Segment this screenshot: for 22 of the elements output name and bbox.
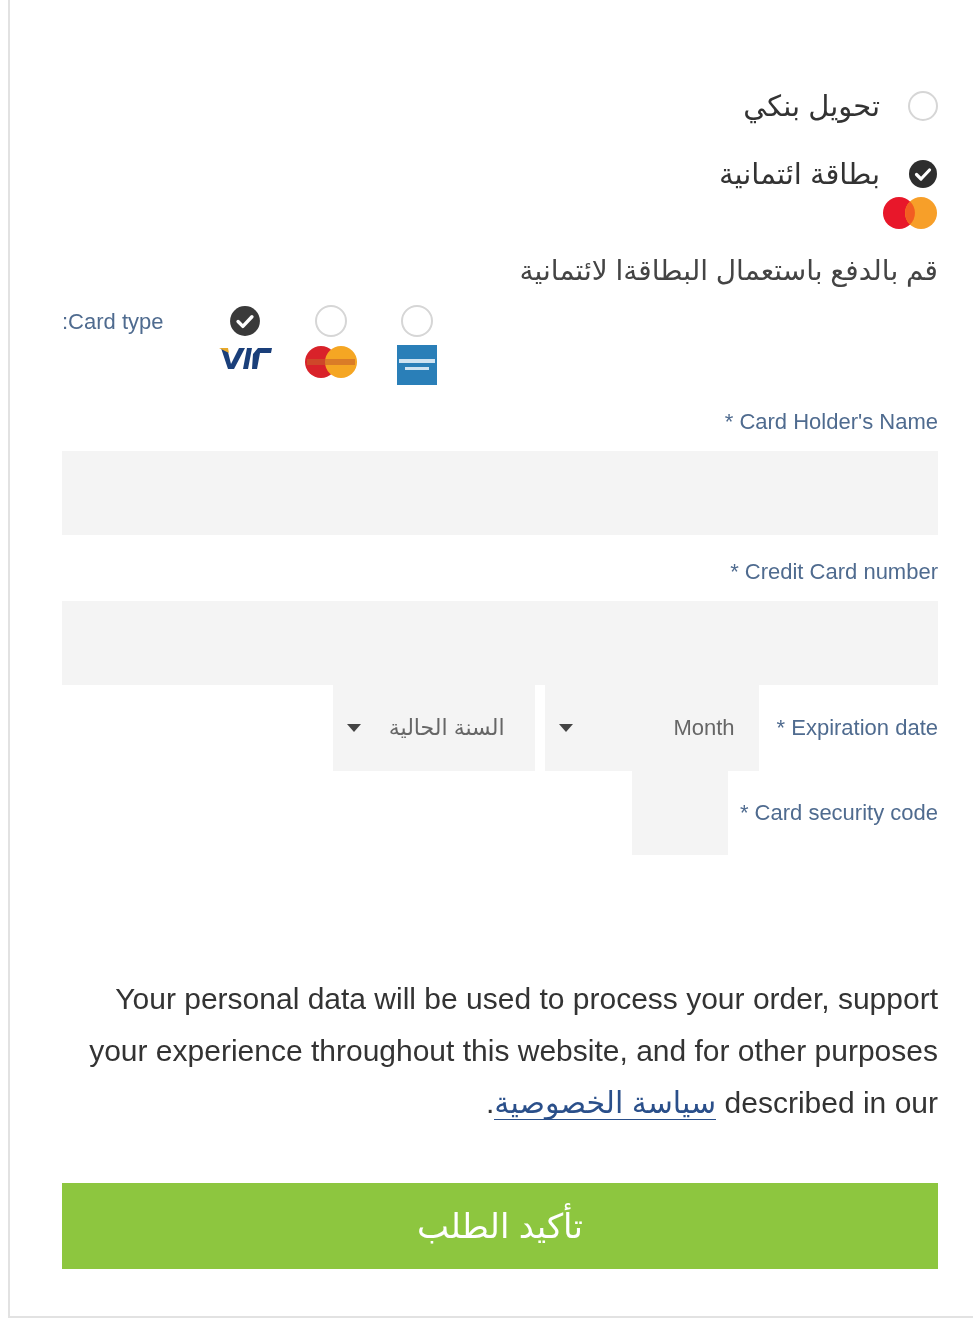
privacy-link[interactable]: سياسة الخصوصية bbox=[494, 1086, 717, 1120]
field-label: * Expiration date bbox=[776, 715, 938, 741]
field-label: * Credit Card number bbox=[730, 559, 938, 585]
radio-checked-icon[interactable] bbox=[229, 305, 261, 337]
radio-checked-icon[interactable] bbox=[908, 159, 938, 189]
caret-icon bbox=[346, 724, 361, 732]
description-text: قم بالدفع باستعمال البطاقةا لائتمانية bbox=[518, 254, 938, 287]
card-circles-icon bbox=[882, 196, 938, 230]
radio-icon[interactable] bbox=[401, 305, 433, 337]
radio-icon[interactable] bbox=[908, 91, 938, 121]
card-type-label: :Card type bbox=[62, 309, 165, 335]
payment-method-label[interactable]: بطاقة ائتمانية bbox=[719, 157, 880, 191]
year-select[interactable]: السنة الحالية bbox=[332, 685, 535, 771]
month-select[interactable]: Month bbox=[544, 685, 759, 771]
card-logo-icon bbox=[397, 345, 437, 385]
card-circles-icon bbox=[303, 345, 359, 379]
field-label: * Card Holder's Name bbox=[724, 409, 938, 435]
card-logo-icon bbox=[217, 345, 273, 371]
radio-icon[interactable] bbox=[315, 305, 347, 337]
caret-icon bbox=[558, 724, 573, 732]
field-label: * Card security code bbox=[739, 800, 938, 826]
payment-method-label[interactable]: تحويل بنكي bbox=[743, 89, 880, 123]
